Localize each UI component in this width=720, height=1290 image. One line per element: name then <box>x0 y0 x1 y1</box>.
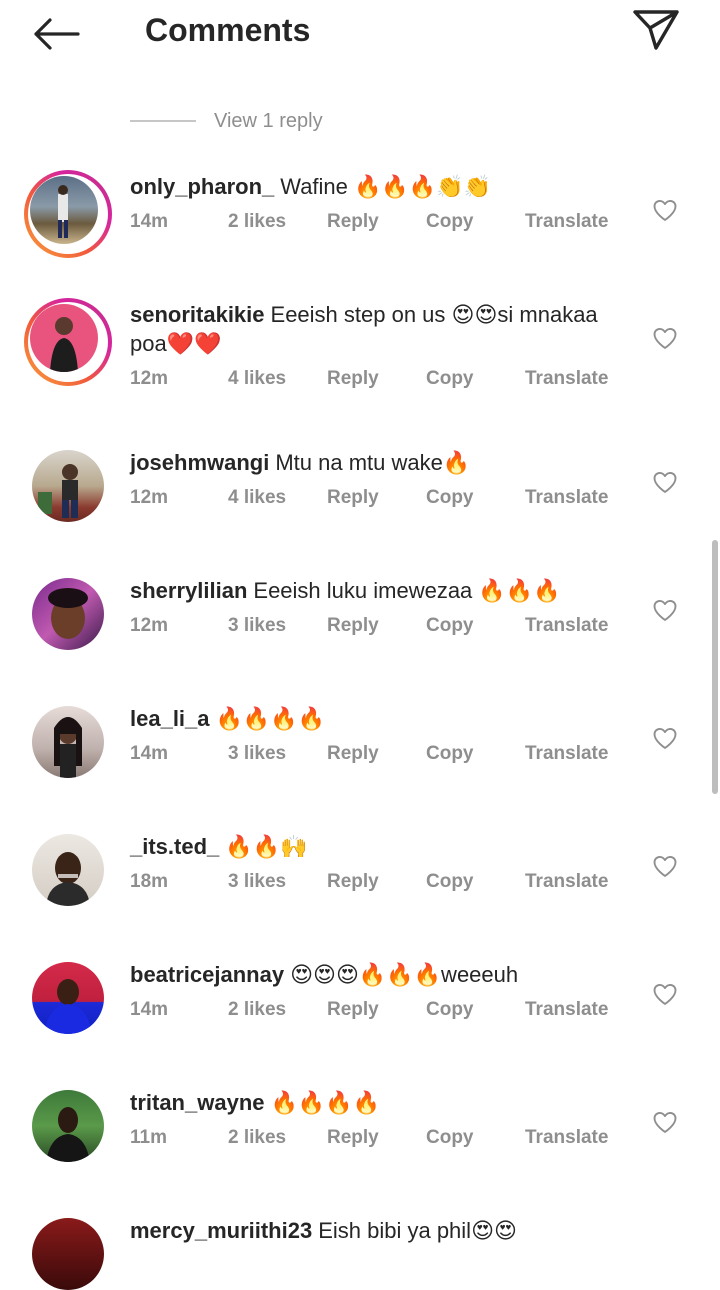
avatar[interactable] <box>24 298 112 386</box>
comment-text: Eish bibi ya phil😍😍 <box>318 1218 517 1243</box>
comment-text: Mtu na mtu wake🔥 <box>275 450 471 475</box>
comment-text: 🔥🔥🔥🔥 <box>215 706 326 731</box>
comment-time: 12m <box>130 487 169 508</box>
reply-button[interactable]: Reply <box>327 1127 379 1149</box>
reply-button[interactable]: Reply <box>327 999 379 1021</box>
comment-username[interactable]: beatricejannay <box>130 962 284 987</box>
share-button[interactable] <box>630 6 682 54</box>
avatar[interactable] <box>32 450 104 522</box>
comment-text: Wafine 🔥🔥🔥👏👏 <box>280 174 491 199</box>
comment-username[interactable]: senoritakikie <box>130 302 265 327</box>
translate-button[interactable]: Translate <box>525 999 608 1021</box>
avatar[interactable] <box>32 706 104 778</box>
reply-button[interactable]: Reply <box>327 368 379 390</box>
comment-likes[interactable]: 2 likes <box>228 211 286 233</box>
comment-time: 14m <box>130 211 169 232</box>
avatar[interactable] <box>32 834 104 906</box>
avatar[interactable] <box>32 578 104 650</box>
copy-button[interactable]: Copy <box>426 1127 474 1149</box>
reply-button[interactable]: Reply <box>327 743 379 765</box>
translate-button[interactable]: Translate <box>525 615 608 637</box>
comment-time: 12m <box>130 368 169 389</box>
translate-button[interactable]: Translate <box>525 1127 608 1149</box>
page-title: Comments <box>145 12 311 48</box>
comment-time: 14m <box>130 743 169 764</box>
comment-username[interactable]: tritan_wayne <box>130 1090 265 1115</box>
heart-outline-icon[interactable] <box>651 468 679 496</box>
scrollbar[interactable] <box>712 540 718 794</box>
heart-outline-icon[interactable] <box>651 852 679 880</box>
translate-button[interactable]: Translate <box>525 743 608 765</box>
copy-button[interactable]: Copy <box>426 368 474 390</box>
comment-username[interactable]: josehmwangi <box>130 450 269 475</box>
comment-text: 🔥🔥🔥🔥 <box>270 1090 381 1115</box>
comment-time: 14m <box>130 999 169 1020</box>
reply-button[interactable]: Reply <box>327 615 379 637</box>
comment-text: Eeeish luku imewezaa 🔥🔥🔥 <box>253 578 561 603</box>
copy-button[interactable]: Copy <box>426 211 474 233</box>
reply-button[interactable]: Reply <box>327 487 379 509</box>
comment-username[interactable]: sherrylilian <box>130 578 247 603</box>
reply-button[interactable]: Reply <box>327 871 379 893</box>
translate-button[interactable]: Translate <box>525 368 608 390</box>
comment-username[interactable]: only_pharon_ <box>130 174 274 199</box>
paper-plane-icon <box>633 10 679 50</box>
avatar[interactable] <box>32 1218 104 1290</box>
comment-username[interactable]: lea_li_a <box>130 706 210 731</box>
back-button[interactable] <box>28 12 84 56</box>
comment-likes[interactable]: 3 likes <box>228 743 286 765</box>
copy-button[interactable]: Copy <box>426 871 474 893</box>
comment-text: 😍😍😍🔥🔥🔥weeeuh <box>290 962 519 987</box>
header-bar: Comments <box>0 0 720 64</box>
comment-time: 12m <box>130 615 169 636</box>
comment-username[interactable]: mercy_muriithi23 <box>130 1218 312 1243</box>
heart-outline-icon[interactable] <box>651 1108 679 1136</box>
translate-button[interactable]: Translate <box>525 211 608 233</box>
comment-likes[interactable]: 3 likes <box>228 871 286 893</box>
arrow-left-icon <box>34 18 80 50</box>
reply-button[interactable]: Reply <box>327 211 379 233</box>
comment-likes[interactable]: 3 likes <box>228 615 286 637</box>
copy-button[interactable]: Copy <box>426 487 474 509</box>
view-replies-label: View 1 reply <box>214 109 323 132</box>
comment-likes[interactable]: 2 likes <box>228 999 286 1021</box>
comment-likes[interactable]: 4 likes <box>228 487 286 509</box>
avatar[interactable] <box>24 170 112 258</box>
comment-username[interactable]: _its.ted_ <box>130 834 219 859</box>
heart-outline-icon[interactable] <box>651 596 679 624</box>
avatar[interactable] <box>32 962 104 1034</box>
heart-outline-icon[interactable] <box>651 196 679 224</box>
heart-outline-icon[interactable] <box>651 324 679 352</box>
translate-button[interactable]: Translate <box>525 871 608 893</box>
heart-outline-icon[interactable] <box>651 724 679 752</box>
view-replies-link[interactable]: View 1 reply <box>130 108 323 134</box>
comment-likes[interactable]: 2 likes <box>228 1127 286 1149</box>
heart-outline-icon[interactable] <box>651 980 679 1008</box>
comment-text: 🔥🔥🙌 <box>225 834 308 859</box>
avatar[interactable] <box>32 1090 104 1162</box>
translate-button[interactable]: Translate <box>525 487 608 509</box>
comment-time: 18m <box>130 871 169 892</box>
copy-button[interactable]: Copy <box>426 999 474 1021</box>
comment-likes[interactable]: 4 likes <box>228 368 286 390</box>
copy-button[interactable]: Copy <box>426 743 474 765</box>
reply-divider-line <box>130 120 196 122</box>
copy-button[interactable]: Copy <box>426 615 474 637</box>
comment-time: 11m <box>130 1127 167 1148</box>
